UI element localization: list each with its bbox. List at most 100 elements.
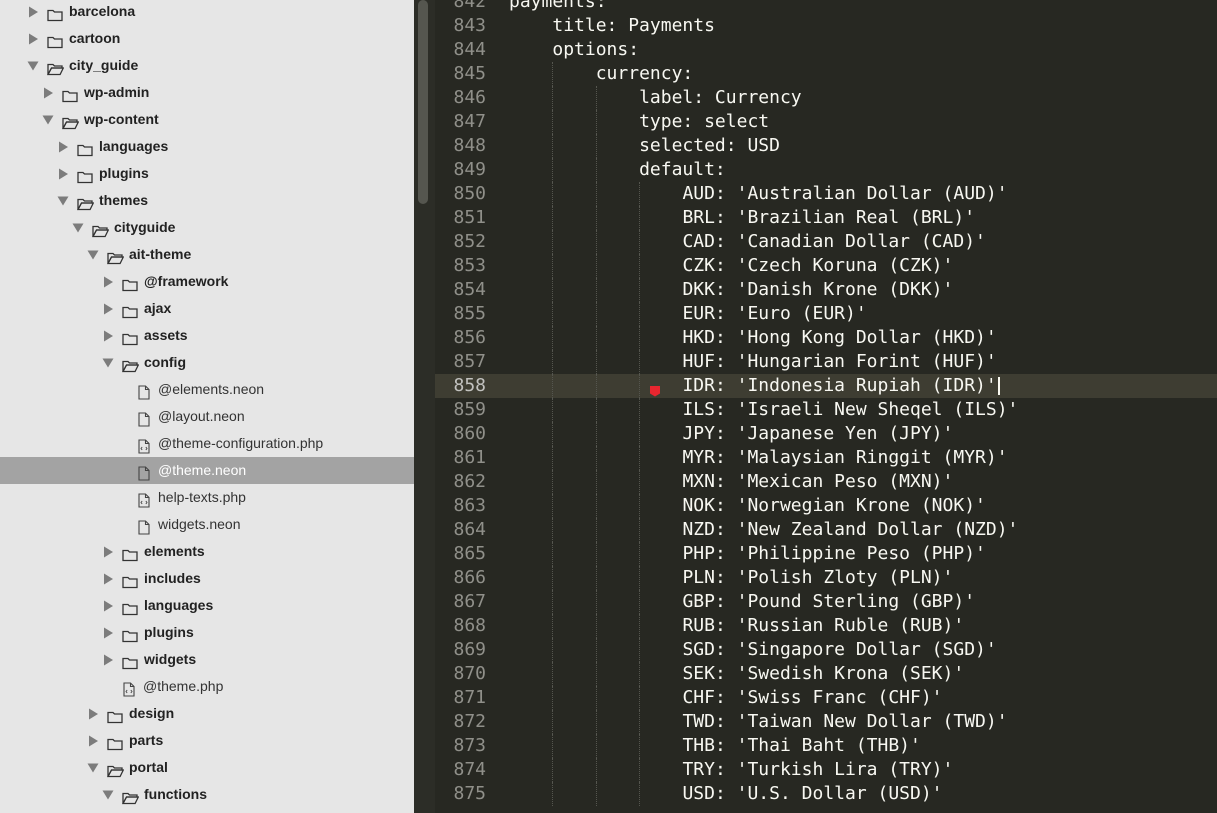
- code-line[interactable]: 865 PHP: 'Philippine Peso (PHP)': [435, 542, 1217, 566]
- code-line[interactable]: 848 selected: USD: [435, 134, 1217, 158]
- file-tree-sidebar[interactable]: barcelona cartoon city_guide wp-admin wp-con…: [0, 0, 414, 813]
- tree-folder-row[interactable]: ait-theme: [0, 241, 414, 268]
- tree-folder-row[interactable]: includes: [0, 565, 414, 592]
- code-text: AUD: 'Australian Dollar (AUD)': [682, 183, 1008, 204]
- code-line[interactable]: 871 CHF: 'Swiss Franc (CHF)': [435, 686, 1217, 710]
- indent-guide: [552, 350, 554, 374]
- tree-file-row[interactable]: @theme-configuration.php: [0, 430, 414, 457]
- indent-guide: [595, 206, 597, 230]
- code-line[interactable]: 843 title: Payments: [435, 14, 1217, 38]
- indent-guide: [552, 374, 554, 398]
- code-line[interactable]: 844 options:: [435, 38, 1217, 62]
- code-line[interactable]: 860 JPY: 'Japanese Yen (JPY)': [435, 422, 1217, 446]
- indent-guide: [552, 302, 554, 326]
- tree-folder-row[interactable]: barcelona: [0, 0, 414, 25]
- code-line[interactable]: 866 PLN: 'Polish Zloty (PLN)': [435, 566, 1217, 590]
- indent-guide: [639, 470, 641, 494]
- tree-file-row[interactable]: @elements.neon: [0, 376, 414, 403]
- tree-folder-row[interactable]: portal: [0, 754, 414, 781]
- tree-folder-row[interactable]: city_guide: [0, 52, 414, 79]
- indent-guide: [552, 326, 554, 350]
- code-line[interactable]: 847 type: select: [435, 110, 1217, 134]
- tree-item-label: languages: [144, 597, 214, 613]
- code-line[interactable]: 851 BRL: 'Brazilian Real (BRL)': [435, 206, 1217, 230]
- line-number: 854: [453, 279, 486, 300]
- code-line[interactable]: 875 USD: 'U.S. Dollar (USD)': [435, 782, 1217, 806]
- line-number: 874: [453, 759, 486, 780]
- indent-guide: [595, 614, 597, 638]
- tree-folder-row[interactable]: config: [0, 349, 414, 376]
- code-line[interactable]: 849 default:: [435, 158, 1217, 182]
- tree-item-label: @framework: [144, 273, 229, 289]
- code-line[interactable]: 858 IDR: 'Indonesia Rupiah (IDR)': [435, 374, 1217, 398]
- tree-folder-row[interactable]: languages: [0, 133, 414, 160]
- tree-file-row[interactable]: widgets.neon: [0, 511, 414, 538]
- code-line[interactable]: 846 label: Currency: [435, 86, 1217, 110]
- code-line[interactable]: 862 MXN: 'Mexican Peso (MXN)': [435, 470, 1217, 494]
- tree-folder-row[interactable]: cartoon: [0, 25, 414, 52]
- code-text: IDR: 'Indonesia Rupiah (IDR)': [682, 375, 997, 396]
- line-number: 862: [453, 471, 486, 492]
- code-line[interactable]: 859 ILS: 'Israeli New Sheqel (ILS)': [435, 398, 1217, 422]
- indent-guide: [552, 86, 554, 110]
- code-line[interactable]: 874 TRY: 'Turkish Lira (TRY)': [435, 758, 1217, 782]
- code-line[interactable]: 870 SEK: 'Swedish Krona (SEK)': [435, 662, 1217, 686]
- tree-folder-row[interactable]: @framework: [0, 268, 414, 295]
- code-line[interactable]: 845 currency:: [435, 62, 1217, 86]
- code-line[interactable]: 857 HUF: 'Hungarian Forint (HUF)': [435, 350, 1217, 374]
- tree-folder-row[interactable]: cityguide: [0, 214, 414, 241]
- line-number: 871: [453, 687, 486, 708]
- sidebar-scrollbar-thumb[interactable]: [418, 0, 428, 204]
- tree-file-row[interactable]: @layout.neon: [0, 403, 414, 430]
- code-editor[interactable]: 842 payments: 843 title: Payments 844 options…: [435, 0, 1217, 813]
- bookmark-icon[interactable]: [649, 380, 661, 397]
- tree-item-label: themes: [99, 192, 149, 208]
- indent-guide: [595, 638, 597, 662]
- code-line[interactable]: 850 AUD: 'Australian Dollar (AUD)': [435, 182, 1217, 206]
- code-line[interactable]: 852 CAD: 'Canadian Dollar (CAD)': [435, 230, 1217, 254]
- tree-folder-row[interactable]: plugins: [0, 160, 414, 187]
- line-number: 866: [453, 567, 486, 588]
- code-line[interactable]: 854 DKK: 'Danish Krone (DKK)': [435, 278, 1217, 302]
- tree-folder-row[interactable]: wp-admin: [0, 79, 414, 106]
- indent-guide: [595, 734, 597, 758]
- code-line[interactable]: 842 payments:: [435, 0, 1217, 14]
- tree-folder-row[interactable]: widgets: [0, 646, 414, 673]
- code-line[interactable]: 867 GBP: 'Pound Sterling (GBP)': [435, 590, 1217, 614]
- tree-file-row[interactable]: @theme.php: [0, 673, 414, 700]
- tree-folder-row[interactable]: ajax: [0, 295, 414, 322]
- indent-guide: [595, 782, 597, 806]
- indent-guide: [552, 446, 554, 470]
- tree-item-label: @elements.neon: [158, 381, 265, 397]
- tree-folder-row[interactable]: plugins: [0, 619, 414, 646]
- code-line[interactable]: 868 RUB: 'Russian Ruble (RUB)': [435, 614, 1217, 638]
- tree-folder-row[interactable]: languages: [0, 592, 414, 619]
- tree-folder-row[interactable]: wp-content: [0, 106, 414, 133]
- tree-file-row[interactable]: @theme.neon: [0, 457, 414, 484]
- code-line[interactable]: 872 TWD: 'Taiwan New Dollar (TWD)': [435, 710, 1217, 734]
- code-text: label: Currency: [639, 87, 802, 108]
- code-line[interactable]: 873 THB: 'Thai Baht (THB)': [435, 734, 1217, 758]
- indent-guide: [552, 422, 554, 446]
- tree-folder-row[interactable]: assets: [0, 322, 414, 349]
- code-line[interactable]: 861 MYR: 'Malaysian Ringgit (MYR)': [435, 446, 1217, 470]
- code-line[interactable]: 855 EUR: 'Euro (EUR)': [435, 302, 1217, 326]
- tree-folder-row[interactable]: themes: [0, 187, 414, 214]
- indent-guide: [639, 350, 641, 374]
- code-line[interactable]: 853 CZK: 'Czech Koruna (CZK)': [435, 254, 1217, 278]
- tree-folder-row[interactable]: design: [0, 700, 414, 727]
- code-text: NZD: 'New Zealand Dollar (NZD)': [682, 519, 1019, 540]
- line-number: 865: [453, 543, 486, 564]
- tree-folder-row[interactable]: elements: [0, 538, 414, 565]
- tree-folder-row[interactable]: functions: [0, 781, 414, 808]
- code-line[interactable]: 856 HKD: 'Hong Kong Dollar (HKD)': [435, 326, 1217, 350]
- tree-file-row[interactable]: help-texts.php: [0, 484, 414, 511]
- code-line[interactable]: 869 SGD: 'Singapore Dollar (SGD)': [435, 638, 1217, 662]
- code-line[interactable]: 863 NOK: 'Norwegian Krone (NOK)': [435, 494, 1217, 518]
- code-text: BRL: 'Brazilian Real (BRL)': [682, 207, 976, 228]
- tree-folder-row[interactable]: parts: [0, 727, 414, 754]
- indent-guide: [639, 446, 641, 470]
- code-line[interactable]: 864 NZD: 'New Zealand Dollar (NZD)': [435, 518, 1217, 542]
- line-number: 856: [453, 327, 486, 348]
- indent-guide: [552, 182, 554, 206]
